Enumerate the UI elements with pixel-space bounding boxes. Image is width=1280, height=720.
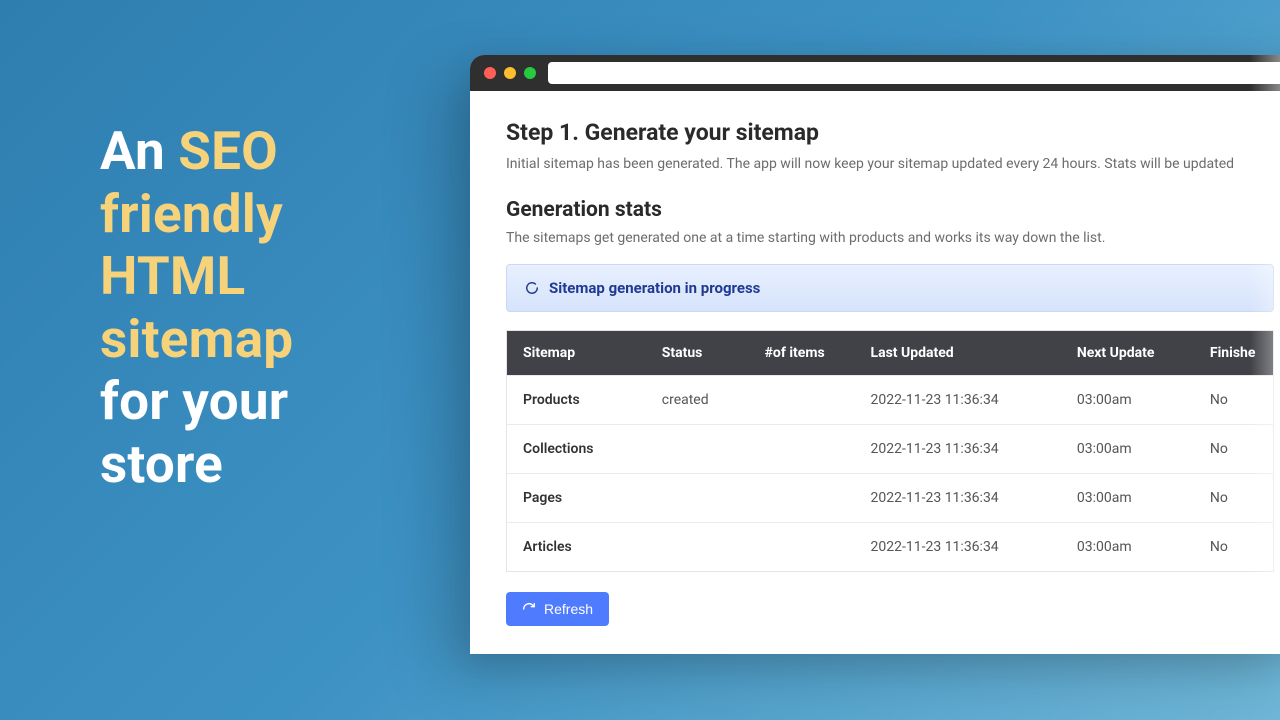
cell-last: 2022-11-23 11:36:34: [855, 425, 1061, 474]
app-content: Step 1. Generate your sitemap Initial si…: [470, 91, 1280, 654]
col-header-sitemap: Sitemap: [507, 331, 646, 376]
col-header-last: Last Updated: [855, 331, 1061, 376]
cell-next: 03:00am: [1061, 376, 1194, 425]
table-row: Pages 2022-11-23 11:36:34 03:00am No: [507, 474, 1274, 523]
refresh-button-label: Refresh: [544, 601, 593, 617]
browser-window: Step 1. Generate your sitemap Initial si…: [470, 55, 1280, 654]
step-description: Initial sitemap has been generated. The …: [506, 156, 1274, 172]
refresh-button[interactable]: Refresh: [506, 592, 609, 626]
cell-last: 2022-11-23 11:36:34: [855, 474, 1061, 523]
col-header-next: Next Update: [1061, 331, 1194, 376]
cell-last: 2022-11-23 11:36:34: [855, 523, 1061, 572]
headline-text-foryour: for your: [100, 370, 288, 432]
cell-sitemap: Articles: [507, 523, 646, 572]
loading-icon: [525, 281, 539, 295]
progress-banner: Sitemap generation in progress: [506, 264, 1274, 312]
headline: An SEO friendly HTML sitemap for your st…: [100, 120, 440, 495]
cell-next: 03:00am: [1061, 523, 1194, 572]
step-title: Step 1. Generate your sitemap: [506, 119, 1274, 146]
table-header-row: Sitemap Status #of items Last Updated Ne…: [507, 331, 1274, 376]
headline-accent-sitemap: sitemap: [100, 308, 293, 370]
cell-status: created: [646, 376, 749, 425]
cell-last: 2022-11-23 11:36:34: [855, 376, 1061, 425]
headline-accent-seo: SEO: [178, 120, 278, 182]
cell-next: 03:00am: [1061, 474, 1194, 523]
promo-stage: An SEO friendly HTML sitemap for your st…: [0, 0, 1280, 720]
progress-banner-text: Sitemap generation in progress: [549, 279, 760, 297]
cell-finished: No: [1194, 523, 1274, 572]
headline-accent-friendly: friendly: [100, 183, 283, 245]
cell-items: [749, 425, 855, 474]
browser-titlebar: [470, 55, 1280, 91]
window-controls: [484, 67, 536, 79]
cell-finished: No: [1194, 425, 1274, 474]
headline-text-store: store: [100, 433, 223, 495]
headline-text-an: An: [100, 120, 178, 182]
cell-finished: No: [1194, 376, 1274, 425]
cell-items: [749, 376, 855, 425]
url-bar[interactable]: [548, 62, 1280, 84]
cell-finished: No: [1194, 474, 1274, 523]
col-header-finished: Finishe: [1194, 331, 1274, 376]
cell-sitemap: Collections: [507, 425, 646, 474]
table-row: Articles 2022-11-23 11:36:34 03:00am No: [507, 523, 1274, 572]
cell-status: [646, 474, 749, 523]
cell-sitemap: Pages: [507, 474, 646, 523]
col-header-items: #of items: [749, 331, 855, 376]
cell-next: 03:00am: [1061, 425, 1194, 474]
cell-items: [749, 523, 855, 572]
col-header-status: Status: [646, 331, 749, 376]
minimize-icon[interactable]: [504, 67, 516, 79]
table-row: Collections 2022-11-23 11:36:34 03:00am …: [507, 425, 1274, 474]
generation-table: Sitemap Status #of items Last Updated Ne…: [506, 330, 1274, 572]
table-row: Products created 2022-11-23 11:36:34 03:…: [507, 376, 1274, 425]
headline-accent-html: HTML: [100, 245, 245, 307]
maximize-icon[interactable]: [524, 67, 536, 79]
refresh-icon: [522, 602, 536, 616]
cell-status: [646, 523, 749, 572]
stats-title: Generation stats: [506, 198, 1274, 222]
stats-description: The sitemaps get generated one at a time…: [506, 230, 1274, 246]
cell-items: [749, 474, 855, 523]
cell-status: [646, 425, 749, 474]
cell-sitemap: Products: [507, 376, 646, 425]
close-icon[interactable]: [484, 67, 496, 79]
